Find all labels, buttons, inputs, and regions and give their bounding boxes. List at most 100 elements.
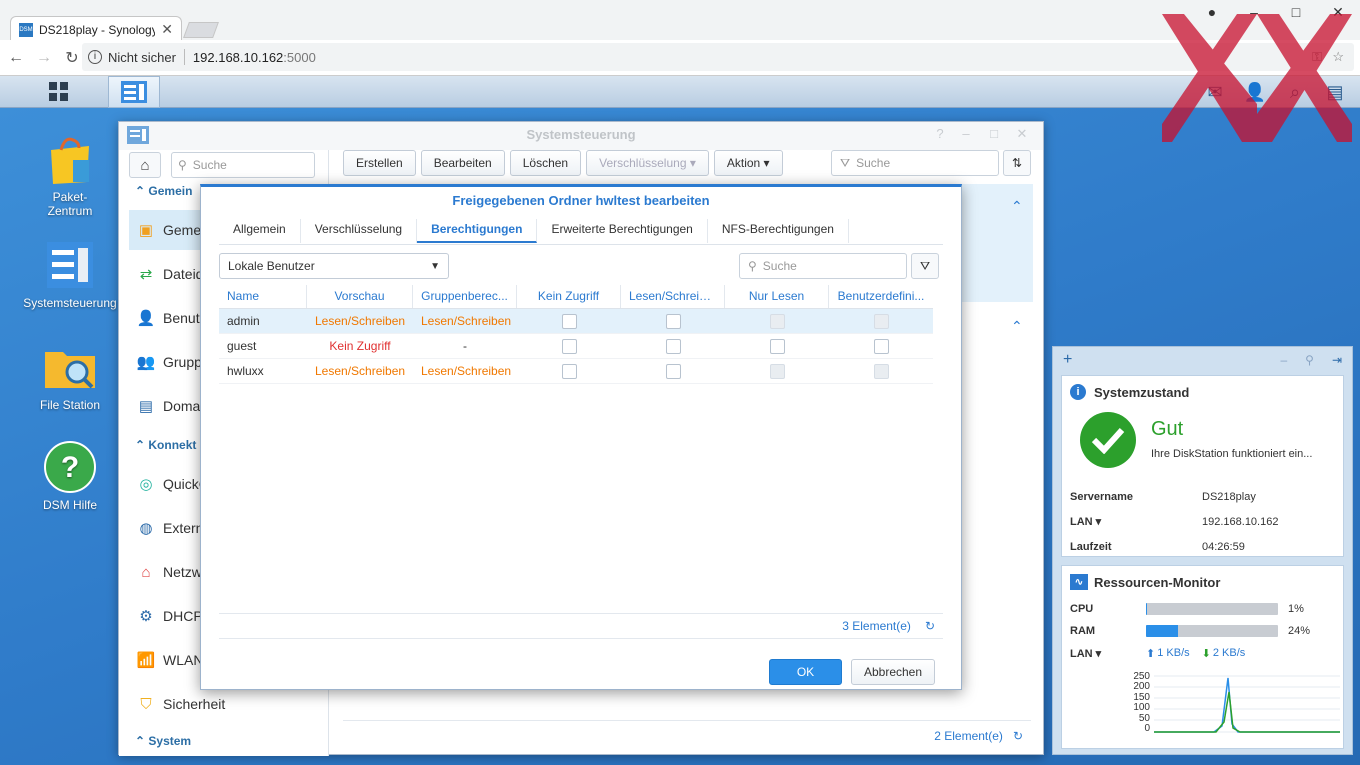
sidebar-section-system[interactable]: ⌃ System	[135, 734, 191, 748]
read-write-checkbox[interactable]	[665, 363, 681, 379]
home-button[interactable]: ⌂	[129, 152, 161, 178]
url-port: :5000	[283, 49, 316, 65]
encryption-button[interactable]: Verschlüsselung ▾	[586, 150, 709, 176]
sidebar-search-placeholder: Suche	[192, 158, 227, 172]
tab-advanced-permissions[interactable]: Erweiterte Berechtigungen	[537, 219, 708, 243]
sort-button[interactable]: ⇅	[1003, 150, 1031, 176]
row-group-permission: Lesen/Schreiben	[421, 314, 512, 328]
maximize-button[interactable]: □	[985, 126, 1003, 141]
star-icon[interactable]: ☆	[1332, 49, 1344, 65]
maximize-icon[interactable]: □	[1286, 4, 1306, 20]
key-icon[interactable]: ⚿	[1312, 49, 1322, 65]
pin-icon[interactable]: ⚲	[1305, 353, 1314, 367]
close-button[interactable]: ✕	[1013, 126, 1031, 142]
table-row[interactable]: admin Lesen/Schreiben Lesen/Schreiben	[219, 309, 933, 334]
col-read-only[interactable]: Nur Lesen	[725, 285, 829, 308]
tab-nfs-permissions[interactable]: NFS-Berechtigungen	[708, 219, 849, 243]
dock-icon[interactable]: ⇥	[1332, 353, 1342, 367]
desktop-icon-dsm-help[interactable]: ? DSM Hilfe	[16, 440, 124, 512]
kv-lan[interactable]: LAN ▾ 192.168.10.162	[1062, 509, 1343, 534]
col-no-access[interactable]: Kein Zugriff	[517, 285, 621, 308]
taskbar-control-panel[interactable]	[108, 76, 160, 108]
action-button[interactable]: Aktion ▾	[713, 150, 783, 176]
minimize-icon[interactable]: –	[1280, 353, 1287, 367]
ok-button[interactable]: OK	[769, 659, 842, 685]
ram-bar-fill	[1146, 625, 1178, 637]
minimize-button[interactable]: –	[957, 126, 975, 141]
user-icon[interactable]: 👤	[1240, 78, 1270, 106]
no-access-checkbox[interactable]	[561, 338, 577, 354]
custom-checkbox[interactable]	[873, 313, 889, 329]
no-access-checkbox[interactable]	[561, 313, 577, 329]
new-tab-button[interactable]	[183, 22, 219, 38]
dialog-search-input[interactable]: ⚲ Suche	[739, 253, 907, 279]
custom-checkbox[interactable]	[873, 338, 889, 354]
forward-icon[interactable]: →	[32, 49, 56, 67]
cancel-button[interactable]: Abbrechen	[851, 659, 935, 685]
read-only-checkbox[interactable]	[769, 363, 785, 379]
notification-icon[interactable]: ✉	[1200, 78, 1230, 106]
table-row[interactable]: hwluxx Lesen/Schreiben Lesen/Schreiben	[219, 359, 933, 384]
read-write-checkbox[interactable]	[665, 313, 681, 329]
read-only-checkbox[interactable]	[769, 313, 785, 329]
quickconnect-icon: ◎	[139, 476, 153, 493]
sidebar-item-label: Netzw	[163, 564, 202, 580]
tab-general[interactable]: Allgemein	[219, 219, 301, 243]
col-name[interactable]: Name	[219, 285, 307, 308]
main-menu-button[interactable]	[22, 76, 96, 108]
search-icon[interactable]: ⌕	[1280, 78, 1310, 106]
user-type-select[interactable]: Lokale Benutzer ▼	[219, 253, 449, 279]
collapse-icon[interactable]: ⌃	[1011, 198, 1023, 215]
sidebar-search-input[interactable]: ⚲ Suche	[171, 152, 315, 178]
desktop-icon-control-panel[interactable]: Systemsteuerung	[12, 238, 128, 310]
custom-checkbox[interactable]	[873, 363, 889, 379]
collapse-icon[interactable]: ⌃	[1011, 318, 1023, 335]
read-only-checkbox[interactable]	[769, 338, 785, 354]
minimize-icon[interactable]: –	[1244, 4, 1264, 20]
info-icon: i	[1070, 384, 1086, 400]
refresh-icon[interactable]: ↻	[925, 619, 935, 633]
dhcp-icon: ⚙	[139, 608, 153, 625]
close-tab-icon[interactable]: ✕	[161, 21, 173, 38]
insecure-label: Nicht sicher	[108, 49, 176, 65]
info-icon[interactable]: i	[88, 50, 102, 64]
sidebar-section-general[interactable]: ⌃ Gemein	[135, 184, 192, 198]
desktop-icon-file-station[interactable]: File Station	[16, 340, 124, 412]
row-preview: Lesen/Schreiben	[315, 364, 406, 378]
col-read-write[interactable]: Lesen/Schreiben	[621, 285, 725, 308]
add-widget-icon[interactable]: +	[1063, 351, 1072, 369]
tab-permissions[interactable]: Berechtigungen	[417, 219, 538, 243]
ram-bar	[1146, 625, 1278, 637]
col-preview[interactable]: Vorschau	[307, 285, 413, 308]
back-icon[interactable]: ←	[4, 49, 28, 67]
col-group-permission[interactable]: Gruppenberec...	[413, 285, 517, 308]
sidebar-section-connectivity[interactable]: ⌃ Konnekt	[135, 438, 196, 452]
refresh-icon[interactable]: ↻	[1013, 729, 1023, 743]
user-type-value: Lokale Benutzer	[228, 259, 315, 273]
read-write-checkbox[interactable]	[665, 338, 681, 354]
browser-tab[interactable]: DSM DS218play - Synology Di ✕	[10, 16, 182, 42]
no-access-checkbox[interactable]	[561, 363, 577, 379]
url-field[interactable]: i Nicht sicher 192.168.10.162:5000 ⚿ ☆	[82, 43, 1354, 71]
dialog-title: Freigegebenen Ordner hwltest bearbeiten	[452, 193, 710, 208]
table-row[interactable]: guest Kein Zugriff -	[219, 334, 933, 359]
close-window-icon[interactable]: ✕	[1328, 4, 1348, 21]
dsm-favicon-icon: DSM	[19, 22, 33, 37]
reload-icon[interactable]: ↻	[60, 48, 84, 68]
desktop-icon-package-center[interactable]: Paket- Zentrum	[16, 132, 124, 218]
lan-row[interactable]: LAN ▾ ⬆ 1 KB/s ⬇ 2 KB/s	[1062, 642, 1343, 664]
help-button[interactable]: ?	[931, 126, 949, 141]
lan-traffic-chart	[1154, 674, 1340, 736]
main-search-input[interactable]: ⛛ Suche	[831, 150, 999, 176]
filter-button[interactable]: ⛛	[911, 253, 939, 279]
create-button[interactable]: Erstellen	[343, 150, 416, 176]
control-panel-icon	[121, 81, 147, 103]
delete-button[interactable]: Löschen	[509, 150, 582, 176]
edit-button[interactable]: Bearbeiten	[420, 150, 505, 176]
sidebar-item-security[interactable]: ⛉ Sicherheit	[129, 684, 329, 724]
tab-encryption[interactable]: Verschlüsselung	[301, 219, 418, 243]
col-custom[interactable]: Benutzerdefini...	[829, 285, 933, 308]
profile-icon[interactable]: ●	[1202, 4, 1222, 20]
widgets-icon[interactable]: ▤	[1320, 78, 1350, 106]
kv-uptime: Laufzeit 04:26:59	[1062, 534, 1343, 559]
